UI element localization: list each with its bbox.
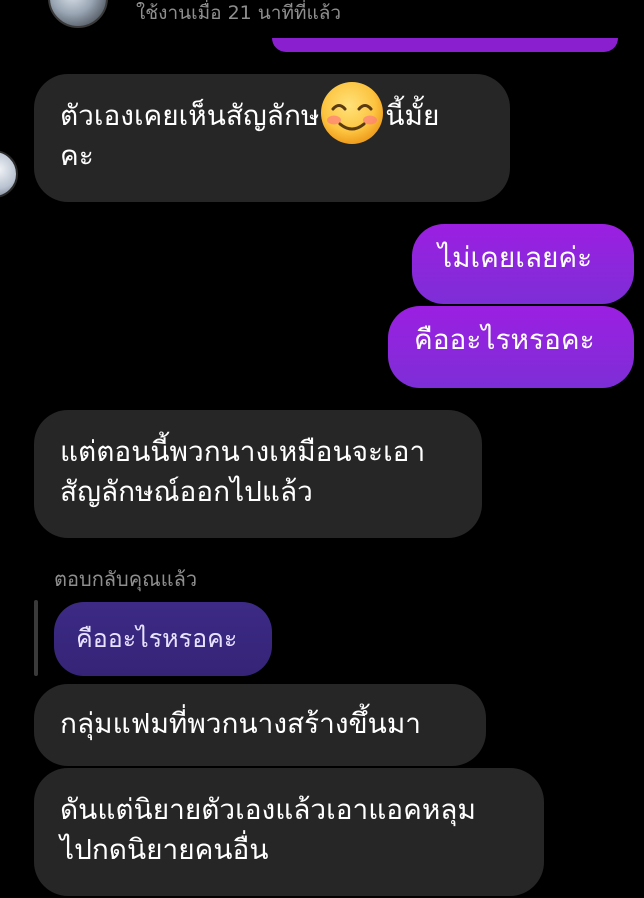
- received-message-bubble[interactable]: ดันแต่นิยายตัวเองแล้วเอาแอคหลุม ไปกดนิยา…: [34, 768, 544, 896]
- contact-avatar[interactable]: [48, 0, 108, 28]
- smiling-face-emoji: [321, 82, 384, 144]
- received-message-bubble[interactable]: ตัวเองเคยเห็นสัญลักษ นี้มั้ย คะ: [34, 74, 510, 202]
- quoted-message-bubble[interactable]: คืออะไรหรอคะ: [54, 602, 272, 676]
- message-text: ดันแต่นิยายตัวเองแล้วเอาแอคหลุม: [60, 793, 476, 826]
- message-text: ไปกดนิยายคนอื่น: [60, 833, 269, 866]
- active-status-text: ใช้งานเมื่อ 21 นาทีที่แล้ว: [136, 2, 342, 24]
- received-message-bubble[interactable]: แต่ตอนนี้พวกนางเหมือนจะเอา สัญลักษณ์ออกไ…: [34, 410, 482, 538]
- reply-indicator-bar: [34, 600, 38, 676]
- received-message-bubble[interactable]: กลุ่มแฟมที่พวกนางสร้างขึ้นมา: [34, 684, 486, 766]
- previous-sent-bubble[interactable]: [272, 38, 618, 52]
- message-text: ตัวเองเคยเห็นสัญลักษ: [60, 99, 320, 132]
- message-text: สัญลักษณ์ออกไปแล้ว: [60, 475, 313, 508]
- sent-message-bubble[interactable]: ไม่เคยเลยค่ะ: [412, 224, 634, 304]
- message-text: แต่ตอนนี้พวกนางเหมือนจะเอา: [60, 435, 426, 468]
- quoted-text: คืออะไรหรอคะ: [76, 624, 238, 653]
- message-text: คะ: [60, 139, 94, 172]
- message-text: นี้มั้ย: [385, 99, 440, 132]
- message-text: ไม่เคยเลยค่ะ: [438, 241, 593, 274]
- message-text: กลุ่มแฟมที่พวกนางสร้างขึ้นมา: [60, 707, 422, 740]
- reply-label: ตอบกลับคุณแล้ว: [54, 567, 198, 591]
- sent-message-bubble[interactable]: คืออะไรหรอคะ: [388, 306, 634, 388]
- message-text: คืออะไรหรอคะ: [414, 323, 595, 356]
- sender-avatar[interactable]: [0, 150, 18, 198]
